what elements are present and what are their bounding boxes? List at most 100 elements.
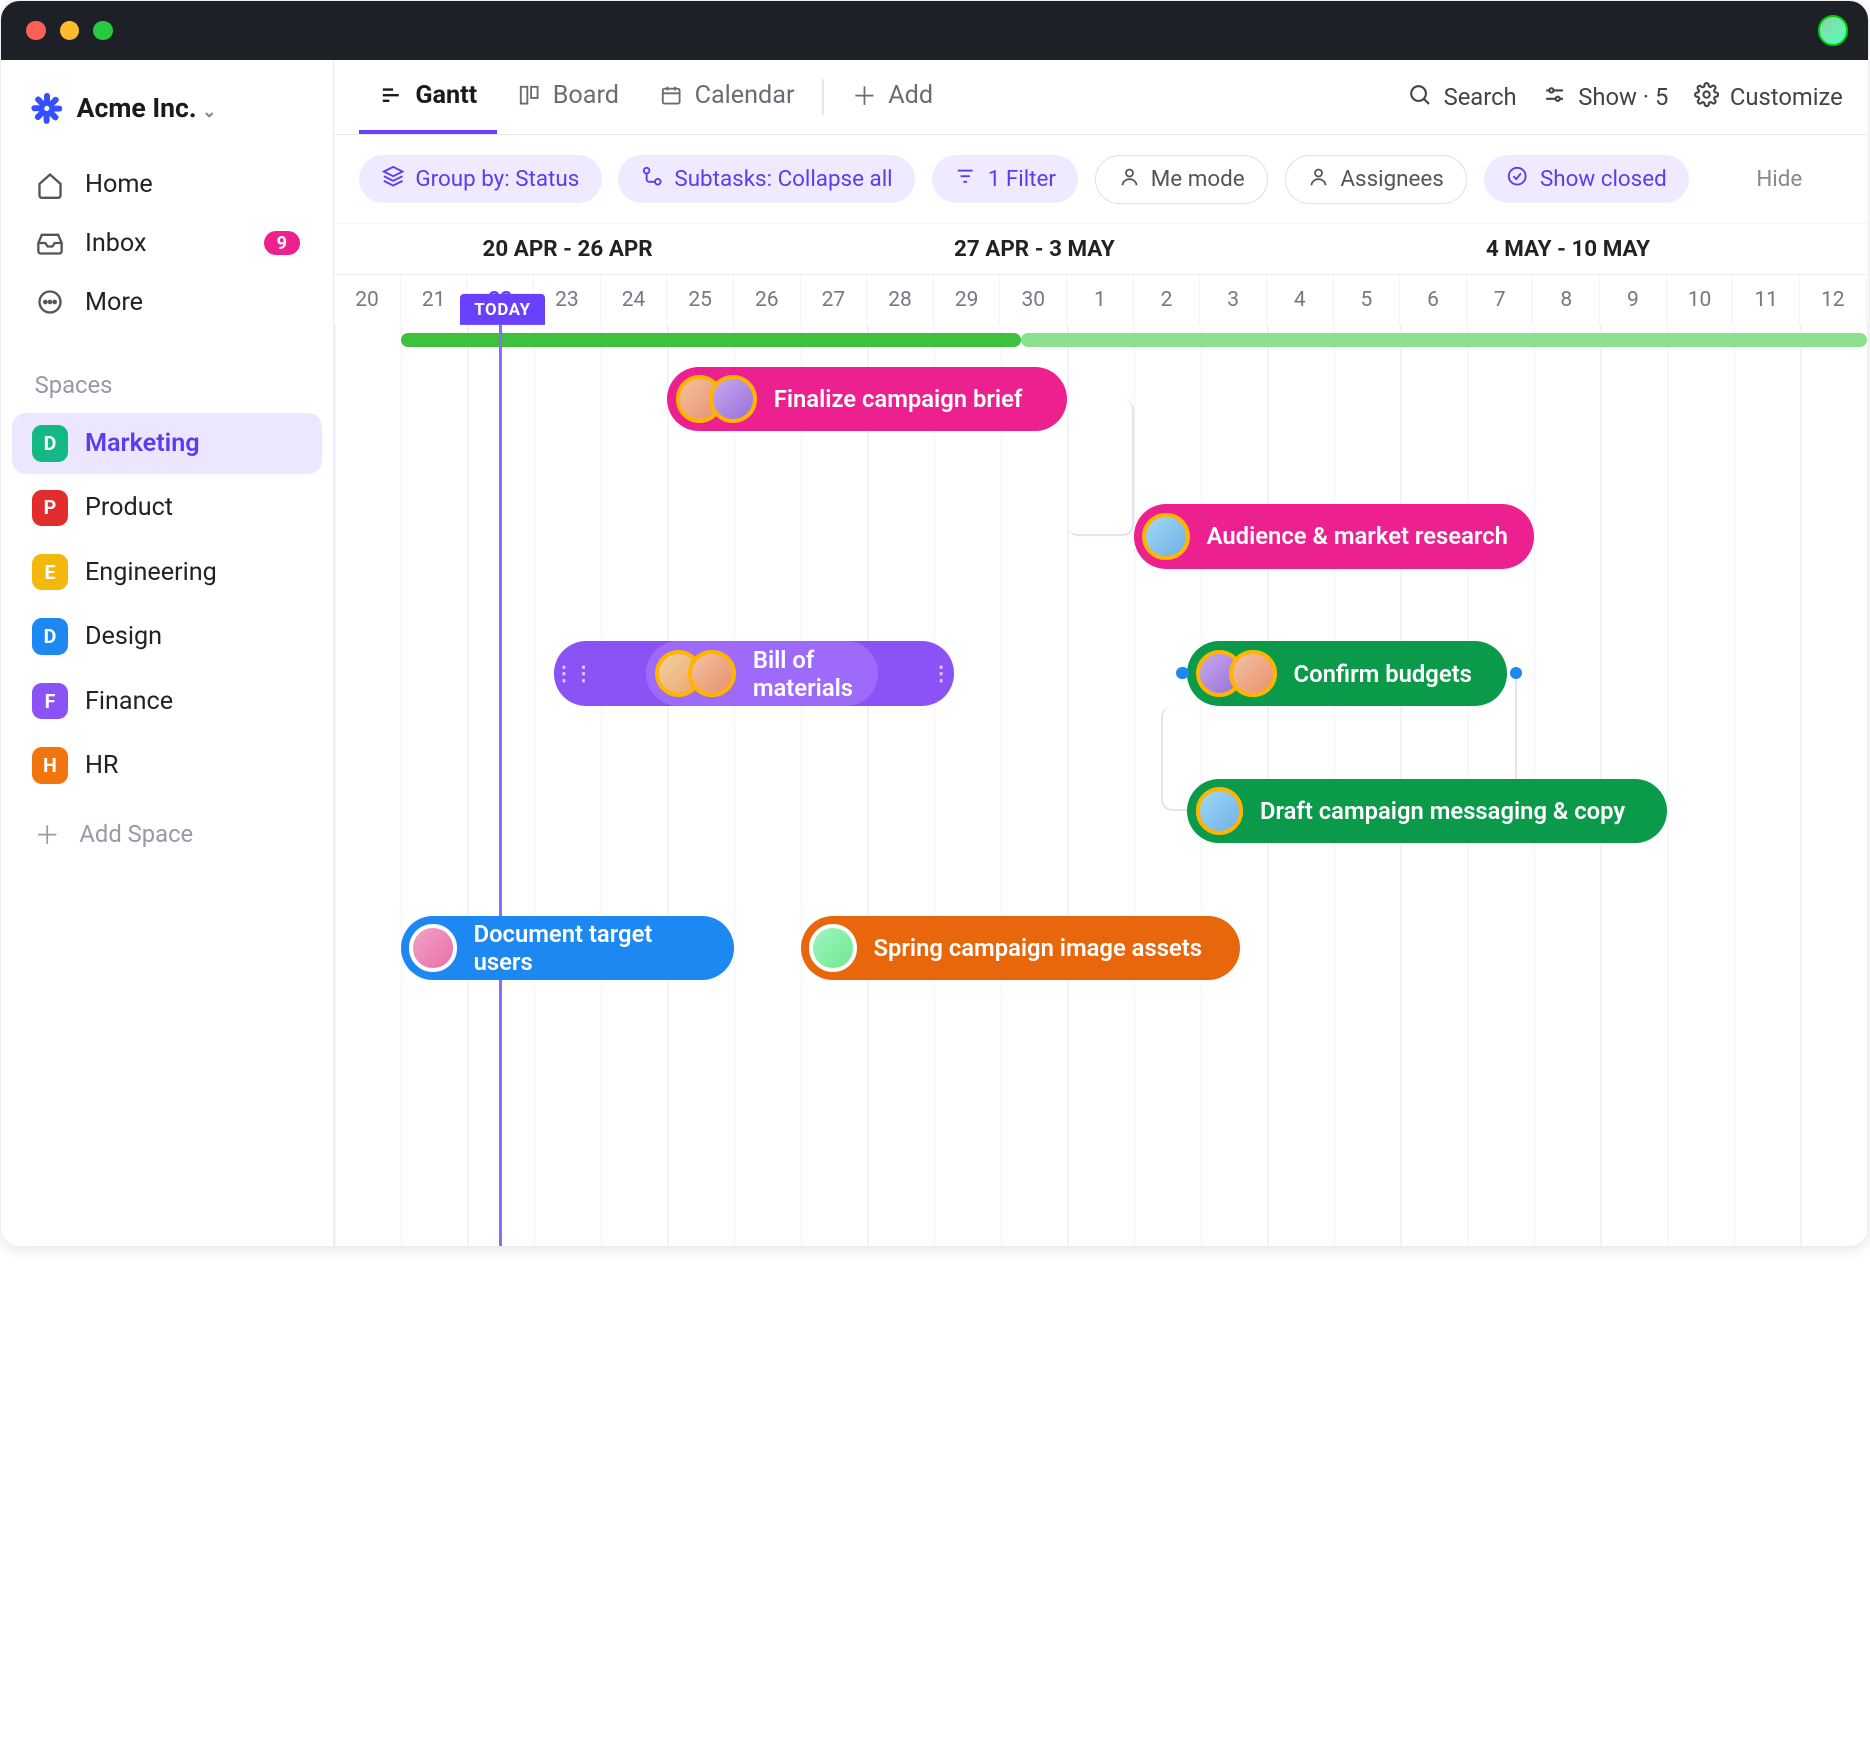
- day-header[interactable]: 5: [1334, 275, 1401, 325]
- assignee-avatar: [709, 375, 757, 423]
- nav-home-label: Home: [85, 170, 153, 199]
- day-header[interactable]: 9: [1600, 275, 1667, 325]
- gantt-timeline[interactable]: 20 APR - 26 APR27 APR - 3 MAY4 MAY - 10 …: [334, 224, 1868, 1246]
- board-icon: [516, 83, 541, 108]
- sliders-icon: [1542, 82, 1567, 113]
- day-header[interactable]: 27: [801, 275, 868, 325]
- drag-handle-icon[interactable]: ⋮⋮: [931, 641, 970, 705]
- assignee-avatar: [409, 924, 457, 972]
- filter-assignees-label: Assignees: [1340, 166, 1443, 192]
- nav-inbox[interactable]: Inbox 9: [15, 214, 319, 273]
- gantt-task[interactable]: Draft campaign messaging & copy: [1187, 779, 1667, 843]
- day-header[interactable]: 29: [934, 275, 1001, 325]
- space-color-icon: F: [32, 683, 68, 719]
- week-header: 4 MAY - 10 MAY: [1268, 224, 1868, 273]
- assignee-avatar: [688, 650, 736, 698]
- gridline: [1867, 325, 1868, 1246]
- search-button[interactable]: Search: [1407, 82, 1516, 113]
- space-color-icon: D: [32, 618, 68, 654]
- day-header[interactable]: 2: [1134, 275, 1201, 325]
- add-space-button[interactable]: ＋ Add Space: [1, 799, 333, 869]
- day-header[interactable]: 30: [1000, 275, 1067, 325]
- task-label: Spring campaign image assets: [873, 934, 1202, 962]
- day-header[interactable]: 3: [1200, 275, 1267, 325]
- day-header[interactable]: 1: [1067, 275, 1134, 325]
- filter-subtasks[interactable]: Subtasks: Collapse all: [618, 155, 915, 203]
- plus-icon: ＋: [32, 816, 63, 852]
- workspace-switcher[interactable]: Acme Inc.⌄: [1, 71, 333, 147]
- space-label: Marketing: [85, 429, 200, 458]
- customize-label: Customize: [1730, 83, 1843, 111]
- filter-count-label: 1 Filter: [988, 166, 1056, 192]
- window-zoom-button[interactable]: [93, 21, 113, 41]
- task-label: Finalize campaign brief: [774, 385, 1023, 413]
- inbox-badge: 9: [264, 231, 300, 255]
- person-icon: [1308, 166, 1329, 193]
- show-button[interactable]: Show · 5: [1542, 82, 1668, 113]
- filter-count[interactable]: 1 Filter: [932, 155, 1079, 203]
- filter-hide-label: Hide: [1756, 166, 1802, 192]
- tab-gantt[interactable]: Gantt: [359, 60, 496, 135]
- gantt-task[interactable]: Finalize campaign brief: [667, 367, 1067, 431]
- tab-calendar-label: Calendar: [695, 81, 795, 110]
- day-header[interactable]: 21: [401, 275, 468, 325]
- day-header[interactable]: 26: [734, 275, 801, 325]
- sidebar-space-marketing[interactable]: DMarketing: [12, 413, 322, 475]
- sidebar-space-product[interactable]: PProduct: [12, 477, 322, 539]
- filter-show-closed[interactable]: Show closed: [1484, 155, 1689, 203]
- drag-handle-icon[interactable]: ⋮⋮: [554, 641, 593, 705]
- gridline: [1734, 325, 1735, 1246]
- day-header[interactable]: 7: [1467, 275, 1534, 325]
- tab-board[interactable]: Board: [497, 60, 639, 135]
- filter-me-mode[interactable]: Me mode: [1095, 155, 1268, 204]
- sidebar-space-engineering[interactable]: EEngineering: [12, 541, 322, 603]
- gantt-task[interactable]: Document target users: [401, 916, 734, 980]
- milestone-dot[interactable]: [1176, 667, 1189, 680]
- filter-group-by[interactable]: Group by: Status: [359, 155, 601, 203]
- gridline: [1800, 325, 1801, 1246]
- gridline: [401, 325, 402, 1246]
- gridline: [667, 325, 668, 1246]
- calendar-icon: [658, 83, 683, 108]
- capacity-bar-filled: [401, 333, 1021, 347]
- window-close-button[interactable]: [26, 21, 46, 41]
- day-header[interactable]: 12: [1800, 275, 1867, 325]
- nav-more[interactable]: More: [15, 273, 319, 332]
- day-header[interactable]: 11: [1733, 275, 1800, 325]
- customize-button[interactable]: Customize: [1694, 82, 1843, 113]
- window-minimize-button[interactable]: [60, 21, 80, 41]
- nav-home[interactable]: Home: [15, 155, 319, 214]
- gantt-task[interactable]: ⋮⋮Bill of materials⋮⋮: [554, 641, 954, 705]
- nav-inbox-label: Inbox: [85, 229, 147, 258]
- tab-add-view[interactable]: ＋ Add: [832, 60, 952, 135]
- tab-calendar[interactable]: Calendar: [639, 60, 815, 135]
- day-header[interactable]: 24: [601, 275, 668, 325]
- day-header[interactable]: 4: [1267, 275, 1334, 325]
- app-logo-icon: [32, 93, 63, 124]
- current-user-avatar[interactable]: [1818, 15, 1849, 46]
- home-icon: [35, 169, 66, 200]
- sidebar-space-finance[interactable]: FFinance: [12, 670, 322, 732]
- spaces-section-label: Spaces: [1, 351, 333, 410]
- day-header[interactable]: 6: [1400, 275, 1467, 325]
- day-header[interactable]: 8: [1533, 275, 1600, 325]
- window-titlebar: [1, 1, 1868, 60]
- space-label: HR: [85, 751, 119, 780]
- day-header[interactable]: 28: [867, 275, 934, 325]
- assignee-avatar: [1142, 513, 1190, 561]
- gantt-task[interactable]: Confirm budgets: [1187, 641, 1507, 705]
- day-header[interactable]: 25: [667, 275, 734, 325]
- sidebar-space-design[interactable]: DDesign: [12, 606, 322, 668]
- sidebar-space-hr[interactable]: HHR: [12, 735, 322, 797]
- milestone-dot[interactable]: [1510, 667, 1523, 680]
- gantt-task[interactable]: Audience & market research: [1134, 504, 1534, 568]
- day-header[interactable]: 20: [334, 275, 401, 325]
- person-icon: [1119, 166, 1140, 193]
- task-label: Document target users: [474, 920, 709, 976]
- gantt-task[interactable]: Spring campaign image assets: [801, 916, 1241, 980]
- assignee-avatar: [809, 924, 857, 972]
- filter-hide[interactable]: Hide: [1734, 156, 1825, 202]
- show-label: Show · 5: [1578, 83, 1668, 111]
- day-header[interactable]: 10: [1667, 275, 1734, 325]
- filter-assignees[interactable]: Assignees: [1285, 155, 1467, 204]
